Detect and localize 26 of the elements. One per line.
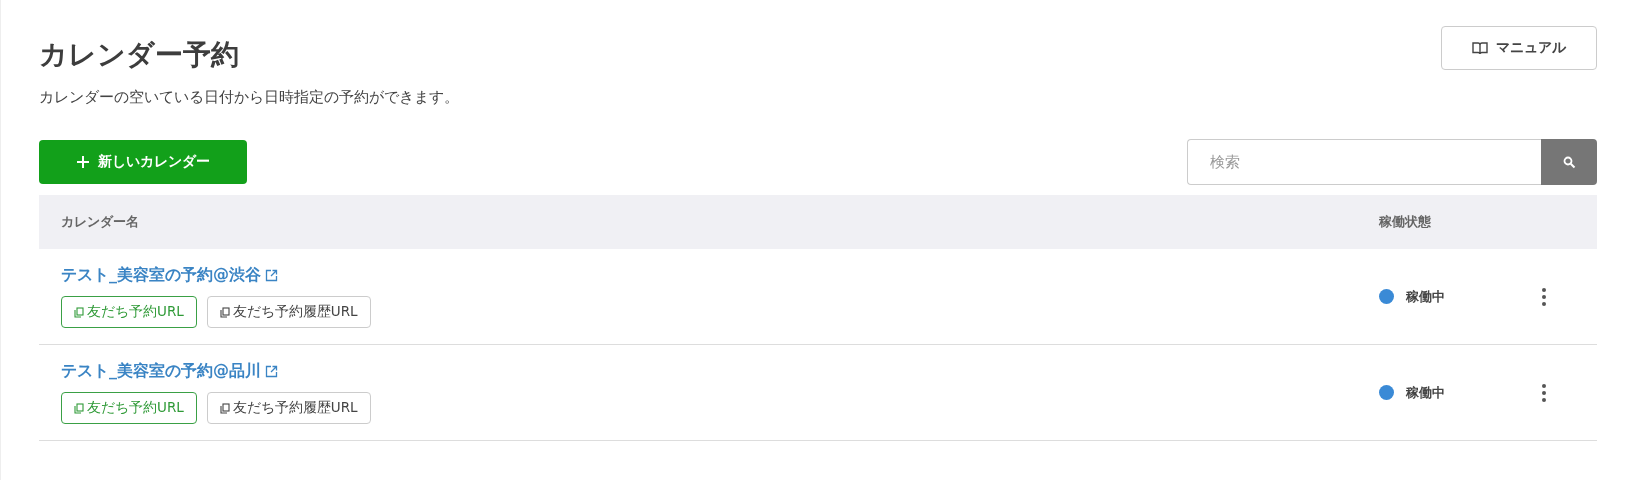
copy-icon xyxy=(219,306,230,318)
copy-icon xyxy=(74,306,84,318)
copy-url-button[interactable]: 友だち予約URL xyxy=(61,296,197,328)
book-icon xyxy=(1472,41,1488,55)
page-title: カレンダー予約 xyxy=(39,37,240,73)
search-icon xyxy=(1562,155,1576,169)
plus-icon xyxy=(76,155,90,169)
more-icon xyxy=(1542,383,1546,402)
copy-url-button[interactable]: 友だち予約履歴URL xyxy=(206,392,371,424)
more-icon xyxy=(1542,287,1546,306)
column-header: 稼働状態 xyxy=(1379,213,1432,231)
external-link-icon xyxy=(265,269,278,282)
column-header: カレンダー名 xyxy=(60,213,140,231)
calendar-link[interactable]: テスト_美容室の予約@渋谷 xyxy=(61,265,261,286)
copy-icon xyxy=(74,402,84,414)
new-calendar-button[interactable]: 新しいカレンダー xyxy=(39,140,247,184)
status-label: 稼働中 xyxy=(1406,383,1445,402)
page-description: カレンダーの空いている日付から日時指定の予約ができます。 xyxy=(39,88,459,107)
copy-icon xyxy=(219,402,230,414)
copy-url-button[interactable]: 友だち予約URL xyxy=(61,392,197,424)
external-link-icon xyxy=(265,365,278,378)
copy-url-button[interactable]: 友だち予約履歴URL xyxy=(206,296,371,328)
status-label: 稼働中 xyxy=(1406,287,1445,306)
calendar-link[interactable]: テスト_美容室の予約@品川 xyxy=(61,361,261,382)
search-field[interactable]: 検索 xyxy=(1187,139,1541,185)
manual-button[interactable]: マニュアル xyxy=(1441,26,1597,70)
